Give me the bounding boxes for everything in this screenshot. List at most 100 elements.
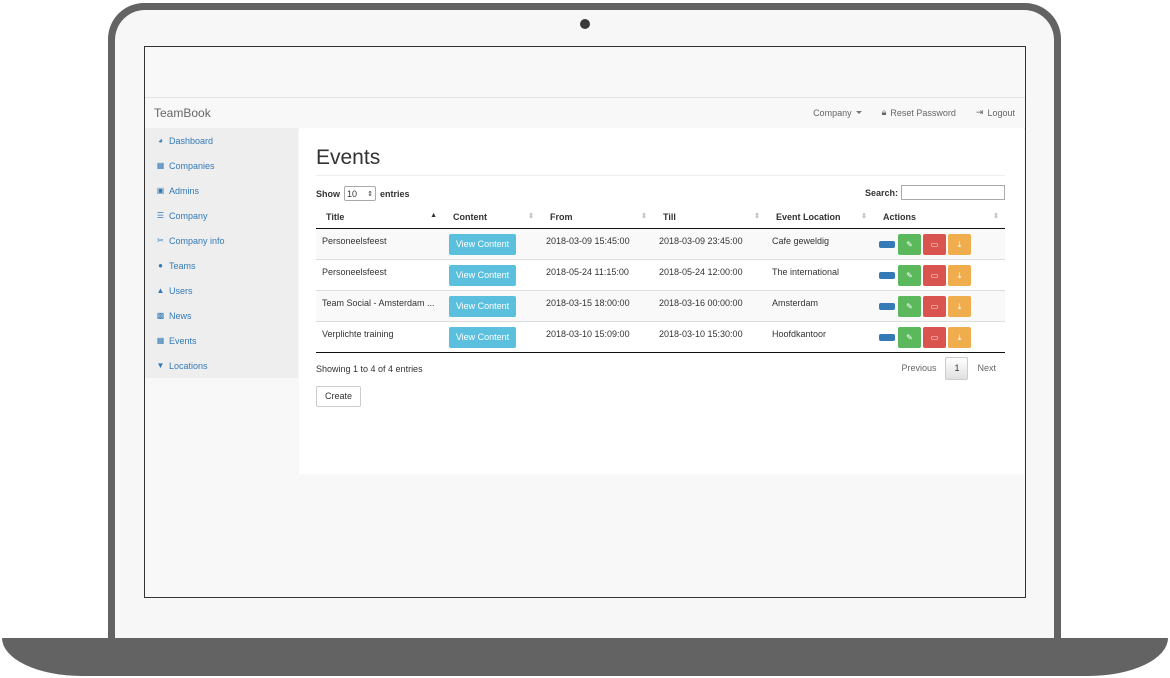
- dashboard-icon: ◕: [158, 136, 163, 145]
- sidebar-item-label: Admins: [169, 185, 200, 196]
- download-button[interactable]: ⤓: [948, 234, 971, 255]
- events-table: Title ▲ Content ⇕ From ⇕ Till ⇕ Event Locati…: [316, 205, 1005, 353]
- column-header-till[interactable]: Till ⇕: [653, 205, 766, 229]
- caret-down-icon: [855, 111, 862, 114]
- column-header-label: Content: [453, 211, 487, 222]
- column-header-actions[interactable]: Actions ⇕: [873, 205, 1005, 229]
- sidebar: ◕ Dashboard ▦ Companies ▣ Admins ☰ Company ✂…: [145, 128, 298, 378]
- sidebar-item-label: Users: [169, 285, 193, 296]
- brand[interactable]: TeamBook: [154, 106, 211, 120]
- laptop-base: [2, 638, 1168, 676]
- select-arrows-icon: ⇕: [367, 190, 373, 198]
- download-icon: ⤓: [957, 301, 962, 311]
- sidebar-item-label: News: [169, 310, 192, 321]
- column-header-label: Event Location: [776, 211, 841, 222]
- search-input[interactable]: [901, 185, 1005, 200]
- column-header-content[interactable]: Content ⇕: [443, 205, 540, 229]
- cell-actions: ✎ ▭ ⤓: [873, 321, 1005, 353]
- cell-till: 2018-03-16 00:00:00: [653, 290, 766, 322]
- edit-button[interactable]: ✎: [898, 234, 921, 255]
- column-header-label: Till: [663, 211, 676, 222]
- trash-icon: ▭: [930, 240, 939, 249]
- cell-location: The international: [766, 259, 873, 291]
- sidebar-item-company-info[interactable]: ✂ Company info: [145, 228, 298, 253]
- download-button[interactable]: ⤓: [948, 327, 971, 348]
- sidebar-item-users[interactable]: ▲ Users: [145, 278, 298, 303]
- entries-label: entries: [380, 188, 410, 199]
- cell-content: View Content: [443, 321, 540, 353]
- sort-icon: ⇕: [754, 213, 760, 220]
- column-header-from[interactable]: From ⇕: [540, 205, 653, 229]
- reset-password-link[interactable]: 🔒︎ Reset Password: [882, 107, 956, 118]
- view-content-button[interactable]: View Content: [449, 234, 516, 255]
- users-icon: ●: [158, 261, 163, 270]
- column-header-title[interactable]: Title ▲: [316, 205, 443, 229]
- edit-button[interactable]: ✎: [898, 327, 921, 348]
- view-content-button[interactable]: View Content: [449, 296, 516, 317]
- download-icon: ⤓: [957, 332, 962, 342]
- sidebar-item-dashboard[interactable]: ◕ Dashboard: [145, 128, 298, 153]
- sort-asc-icon: ▲: [430, 212, 437, 219]
- sort-icon: ⇕: [993, 213, 999, 220]
- toggle-button[interactable]: [879, 303, 895, 310]
- column-header-location[interactable]: Event Location ⇕: [766, 205, 873, 229]
- table-info: Showing 1 to 4 of 4 entries: [316, 364, 423, 374]
- logout-label: Logout: [987, 107, 1015, 118]
- toggle-button[interactable]: [879, 334, 895, 341]
- cell-title: Verplichte training: [316, 321, 443, 353]
- show-label: Show: [316, 188, 340, 199]
- page-1-button[interactable]: 1: [945, 357, 969, 380]
- download-button[interactable]: ⤓: [948, 296, 971, 317]
- cell-till: 2018-03-10 15:30:00: [653, 321, 766, 353]
- edit-button[interactable]: ✎: [898, 296, 921, 317]
- lock-icon: 🔒︎: [881, 107, 887, 117]
- delete-button[interactable]: ▭: [923, 234, 946, 255]
- logout-link[interactable]: ⇥ Logout: [976, 107, 1015, 118]
- sidebar-item-companies[interactable]: ▦ Companies: [145, 153, 298, 178]
- view-content-button[interactable]: View Content: [449, 265, 516, 286]
- cell-till: 2018-03-09 23:45:00: [653, 228, 766, 260]
- trash-icon: ▭: [930, 333, 939, 342]
- cell-actions: ✎ ▭ ⤓: [873, 259, 1005, 291]
- toggle-button[interactable]: [879, 241, 895, 248]
- sidebar-item-admins[interactable]: ▣ Admins: [145, 178, 298, 203]
- pencil-icon: ✎: [906, 333, 913, 342]
- sidebar-item-label: Companies: [169, 160, 215, 171]
- delete-button[interactable]: ▭: [923, 265, 946, 286]
- navbar: TeamBook Company 🔒︎ Reset Password ⇥ Log…: [145, 97, 1025, 129]
- page-length-select[interactable]: 10 ⇕: [344, 186, 376, 201]
- cell-from: 2018-05-24 11:15:00: [540, 259, 653, 291]
- user-icon: ▲: [156, 286, 165, 295]
- main-content: Events Show 10 ⇕ entries Search: Title ▲ …: [299, 128, 1024, 474]
- cell-from: 2018-03-15 18:00:00: [540, 290, 653, 322]
- create-button[interactable]: Create: [316, 386, 362, 407]
- table-row: Verplichte training View Content 2018-03…: [316, 321, 1005, 353]
- pencil-icon: ✎: [906, 302, 913, 311]
- reset-password-label: Reset Password: [890, 107, 956, 118]
- page-length-control: Show 10 ⇕ entries: [316, 186, 410, 201]
- sidebar-item-news[interactable]: ▩ News: [145, 303, 298, 328]
- sidebar-item-company[interactable]: ☰ Company: [145, 203, 298, 228]
- sort-icon: ⇕: [641, 213, 647, 220]
- sidebar-item-locations[interactable]: ▼ Locations: [145, 353, 298, 378]
- view-content-button[interactable]: View Content: [449, 327, 516, 348]
- cell-title: Personeelsfeest: [316, 228, 443, 260]
- download-button[interactable]: ⤓: [948, 265, 971, 286]
- delete-button[interactable]: ▭: [923, 327, 946, 348]
- cell-location: Hoofdkantoor: [766, 321, 873, 353]
- company-dropdown[interactable]: Company: [813, 108, 862, 118]
- table-row: Personeelsfeest View Content 2018-05-24 …: [316, 259, 1005, 291]
- column-header-label: Title: [326, 211, 345, 222]
- column-header-label: From: [550, 211, 573, 222]
- toggle-button[interactable]: [879, 272, 895, 279]
- previous-page-button[interactable]: Previous: [892, 358, 945, 379]
- sidebar-item-teams[interactable]: ● Teams: [145, 253, 298, 278]
- delete-button[interactable]: ▭: [923, 296, 946, 317]
- next-page-button[interactable]: Next: [968, 358, 1005, 379]
- edit-button[interactable]: ✎: [898, 265, 921, 286]
- sidebar-item-label: Locations: [169, 360, 208, 371]
- page-length-value: 10: [347, 188, 358, 199]
- search-label: Search:: [864, 187, 898, 198]
- sidebar-item-events[interactable]: ▦ Events: [145, 328, 298, 353]
- cell-from: 2018-03-09 15:45:00: [540, 228, 653, 260]
